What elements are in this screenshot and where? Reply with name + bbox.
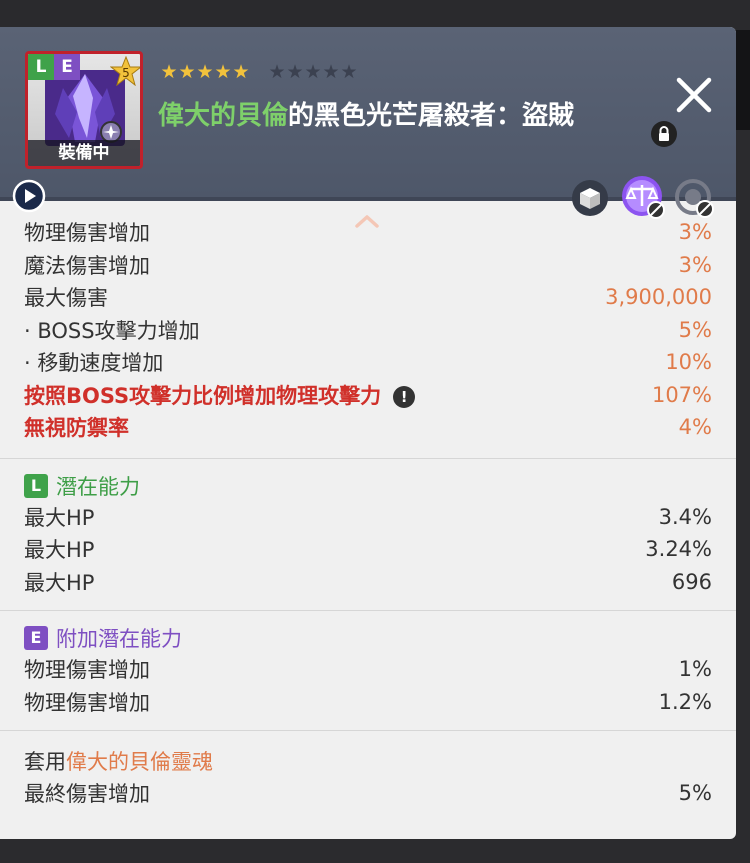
star-filled-icon: ★ bbox=[178, 61, 196, 83]
stat-value: 4% bbox=[678, 415, 712, 440]
additional-potential-header: E 附加潛在能力 bbox=[24, 623, 712, 653]
item-tooltip-card: L E 5 裝備中 ★ ★ ★ ★ ★ ★ ★ ★ ★ ★ 偉大的貝倫的黑色光芒… bbox=[0, 27, 736, 839]
stat-value: 5% bbox=[678, 317, 712, 342]
potential-row: 最大HP 3.24% bbox=[24, 533, 712, 566]
star-empty-icon: ★ bbox=[268, 61, 286, 83]
additional-potential-row: 物理傷害增加 1% bbox=[24, 653, 712, 686]
stat-row: 無視防禦率 4% bbox=[24, 411, 712, 444]
stat-value: 5% bbox=[678, 781, 712, 806]
item-header: L E 5 裝備中 ★ ★ ★ ★ ★ ★ ★ ★ ★ ★ 偉大的貝倫的黑色光芒… bbox=[0, 27, 736, 219]
potential-header: L 潛在能力 bbox=[24, 471, 712, 501]
star-filled-icon: ★ bbox=[196, 61, 214, 83]
additional-potential-badge: E bbox=[24, 626, 48, 650]
star-empty-icon: ★ bbox=[286, 61, 304, 83]
potential-title: 潛在能力 bbox=[56, 474, 140, 499]
background-right bbox=[735, 30, 750, 130]
stat-label: 魔法傷害增加 bbox=[24, 253, 150, 278]
stat-row: · BOSS攻擊力增加 5% bbox=[24, 314, 712, 347]
additional-potential-row: 物理傷害增加 1.2% bbox=[24, 686, 712, 719]
star-empty-icon: ★ bbox=[340, 61, 358, 83]
item-title: 偉大的貝倫的黑色光芒屠殺者：盜賊 bbox=[158, 95, 574, 132]
item-icon-frame[interactable]: L E 5 裝備中 bbox=[25, 51, 143, 169]
star-filled-icon: ★ bbox=[160, 61, 178, 83]
stat-value: 3% bbox=[678, 220, 712, 245]
set-bonus-prefix: 套用 bbox=[24, 750, 66, 774]
potential-row: 最大HP 696 bbox=[24, 566, 712, 599]
stat-label: 最大HP bbox=[24, 538, 95, 563]
stat-value: 3.24% bbox=[645, 537, 712, 562]
star-spacer bbox=[250, 62, 268, 82]
additional-potential-section: E 附加潛在能力 物理傷害增加 1% 物理傷害增加 1.2% bbox=[0, 611, 736, 730]
epic-additional-badge: E bbox=[54, 54, 80, 80]
stat-label: · 移動速度增加 bbox=[24, 351, 164, 376]
stat-value: 107% bbox=[651, 382, 712, 407]
set-bonus-section: 套用 偉大的貝倫靈魂 最終傷害增加 5% bbox=[0, 731, 736, 810]
star-filled-icon: ★ bbox=[232, 61, 250, 83]
additional-potential-title: 附加潛在能力 bbox=[56, 627, 182, 651]
main-stats-section: 物理傷害增加 3% 魔法傷害增加 3% 最大傷害 3,900,000 · BOS… bbox=[0, 201, 736, 458]
chevron-up-icon[interactable] bbox=[353, 213, 381, 229]
stat-value: 3,900,000 bbox=[605, 285, 712, 310]
stat-label: · BOSS攻擊力增加 bbox=[24, 318, 200, 343]
close-icon[interactable] bbox=[675, 76, 713, 114]
legendary-potential-badge: L bbox=[28, 54, 54, 80]
stat-label: 最大HP bbox=[24, 570, 95, 595]
lock-icon bbox=[651, 121, 677, 147]
star-force-value: 5 bbox=[122, 66, 130, 80]
potential-badge: L bbox=[24, 473, 48, 498]
background-top bbox=[0, 0, 750, 30]
star-empty-icon: ★ bbox=[304, 61, 322, 83]
star-rating: ★ ★ ★ ★ ★ ★ ★ ★ ★ ★ bbox=[160, 62, 358, 82]
stat-label: 物理傷害增加 bbox=[24, 221, 150, 246]
star-empty-icon: ★ bbox=[322, 61, 340, 83]
stat-value: 10% bbox=[665, 350, 712, 375]
stat-label: 按照BOSS攻擊力比例增加物理攻擊力 bbox=[24, 383, 382, 408]
item-title-prefix: 偉大的貝倫 bbox=[158, 101, 289, 131]
stat-label: 物理傷害增加 bbox=[24, 658, 150, 683]
stat-label: 無視防禦率 bbox=[24, 416, 129, 441]
potential-section: L 潛在能力 最大HP 3.4% 最大HP 3.24% 最大HP 696 bbox=[0, 459, 736, 611]
stat-row: · 移動速度增加 10% bbox=[24, 346, 712, 379]
stat-label: 最終傷害增加 bbox=[24, 782, 150, 807]
item-title-suffix: 的黑色光芒屠殺者：盜賊 bbox=[288, 101, 575, 131]
stat-value: 1% bbox=[678, 657, 712, 682]
stat-label: 最大傷害 bbox=[24, 286, 108, 311]
stat-row: 魔法傷害增加 3% bbox=[24, 249, 712, 282]
stat-value: 1.2% bbox=[658, 689, 712, 714]
set-bonus-header: 套用 偉大的貝倫靈魂 bbox=[24, 745, 712, 777]
stat-row: 按照BOSS攻擊力比例增加物理攻擊力! 107% bbox=[24, 379, 712, 412]
potential-row: 最大HP 3.4% bbox=[24, 501, 712, 534]
stat-value: 3.4% bbox=[658, 504, 712, 529]
stat-label: 物理傷害增加 bbox=[24, 690, 150, 715]
stat-value: 696 bbox=[671, 569, 712, 594]
star-filled-icon: ★ bbox=[214, 61, 232, 83]
set-name: 偉大的貝倫靈魂 bbox=[66, 750, 213, 774]
info-icon[interactable]: ! bbox=[393, 385, 416, 408]
stat-row: 最大傷害 3,900,000 bbox=[24, 281, 712, 314]
equip-status-label: 裝備中 bbox=[28, 140, 140, 166]
star-force-badge-icon: 5 bbox=[110, 56, 140, 86]
stat-value: 3% bbox=[678, 252, 712, 277]
stat-label: 最大HP bbox=[24, 505, 95, 530]
stat-label-wrap: 按照BOSS攻擊力比例增加物理攻擊力! bbox=[24, 380, 416, 410]
set-bonus-row: 最終傷害增加 5% bbox=[24, 777, 712, 810]
